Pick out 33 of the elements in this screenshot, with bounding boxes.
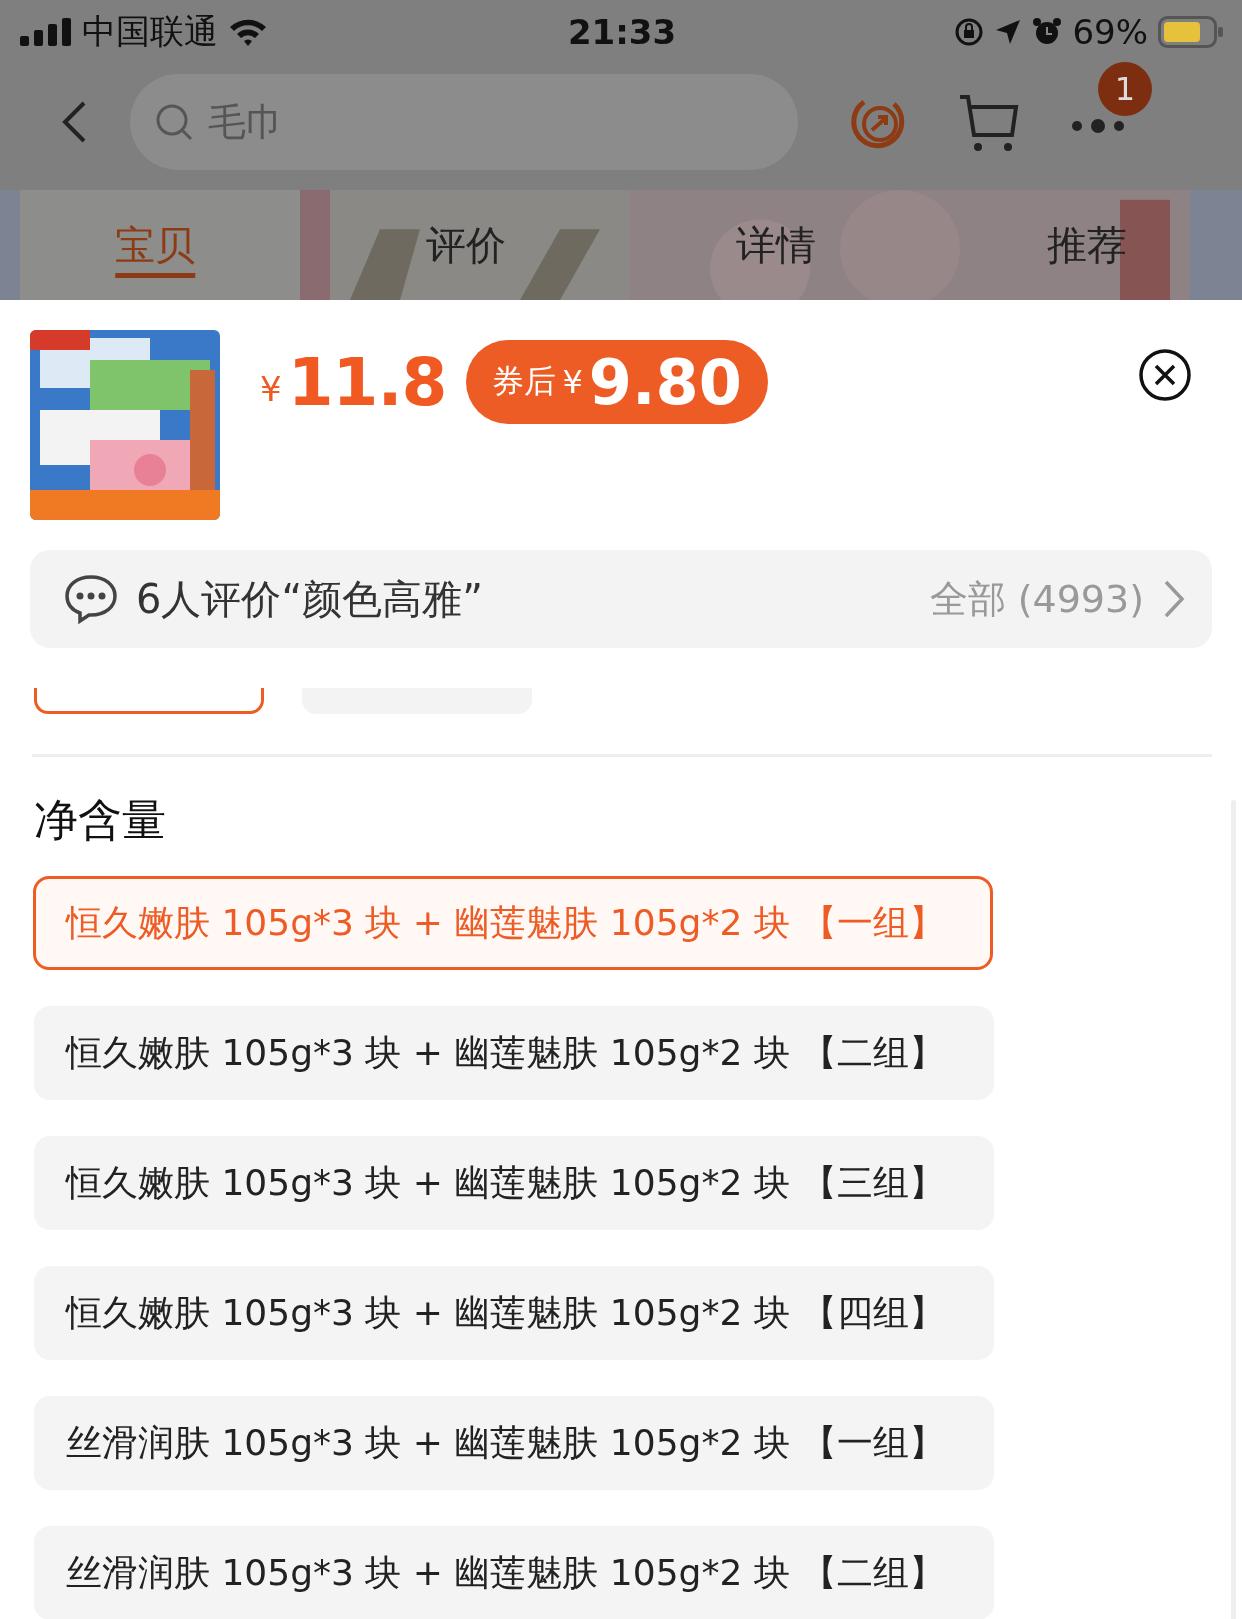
chat-icon bbox=[64, 574, 118, 624]
price-currency: ¥ bbox=[260, 369, 282, 409]
carrier-name: 中国联通 bbox=[82, 10, 218, 53]
notification-badge: 1 bbox=[1098, 61, 1152, 116]
more-icon[interactable] bbox=[1070, 118, 1126, 133]
option-chip[interactable]: 丝滑润肤 105g*3 块 + 幽莲魅肤 105g*2 块 【一组】 bbox=[34, 1396, 994, 1490]
status-time: 21:33 bbox=[567, 12, 677, 52]
price: 11.8 bbox=[287, 343, 447, 421]
tab[interactable]: 推荐 bbox=[931, 190, 1242, 300]
option-chip[interactable] bbox=[34, 688, 264, 714]
coupon-currency: ¥ bbox=[562, 363, 583, 401]
option-chip[interactable]: 丝滑润肤 105g*3 块 + 幽莲魅肤 105g*2 块 【二组】 bbox=[34, 1526, 994, 1619]
battery-percent: 69% bbox=[1072, 12, 1148, 52]
section-title: 净含量 bbox=[34, 793, 167, 847]
option-chip[interactable]: 恒久嫩肤 105g*3 块 + 幽莲魅肤 105g*2 块 【四组】 bbox=[34, 1266, 994, 1360]
tab[interactable]: 详情 bbox=[621, 190, 932, 300]
location-icon bbox=[994, 18, 1023, 46]
option-chip[interactable]: 恒久嫩肤 105g*3 块 + 幽莲魅肤 105g*2 块 【三组】 bbox=[34, 1136, 994, 1230]
back-icon[interactable] bbox=[60, 100, 88, 144]
signal-icon bbox=[20, 18, 72, 46]
review-summary: 6人评价“颜色高雅” bbox=[136, 574, 484, 624]
chevron-right-icon bbox=[1162, 579, 1186, 619]
coupon-price: 9.80 bbox=[588, 345, 742, 419]
option-chip[interactable]: 恒久嫩肤 105g*3 块 + 幽莲魅肤 105g*2 块 【二组】 bbox=[34, 1006, 994, 1100]
coupon-label: 券后 bbox=[492, 361, 557, 402]
rotation-lock-icon bbox=[954, 17, 985, 47]
review-count: 全部 (4993) bbox=[929, 575, 1144, 623]
battery-icon bbox=[1158, 16, 1224, 48]
review-bar[interactable]: 6人评价“颜色高雅” 全部 (4993) bbox=[30, 550, 1212, 648]
close-icon[interactable] bbox=[1138, 348, 1192, 402]
wifi-icon bbox=[228, 17, 268, 47]
tab[interactable]: 评价 bbox=[310, 190, 621, 300]
alarm-icon bbox=[1032, 17, 1063, 47]
